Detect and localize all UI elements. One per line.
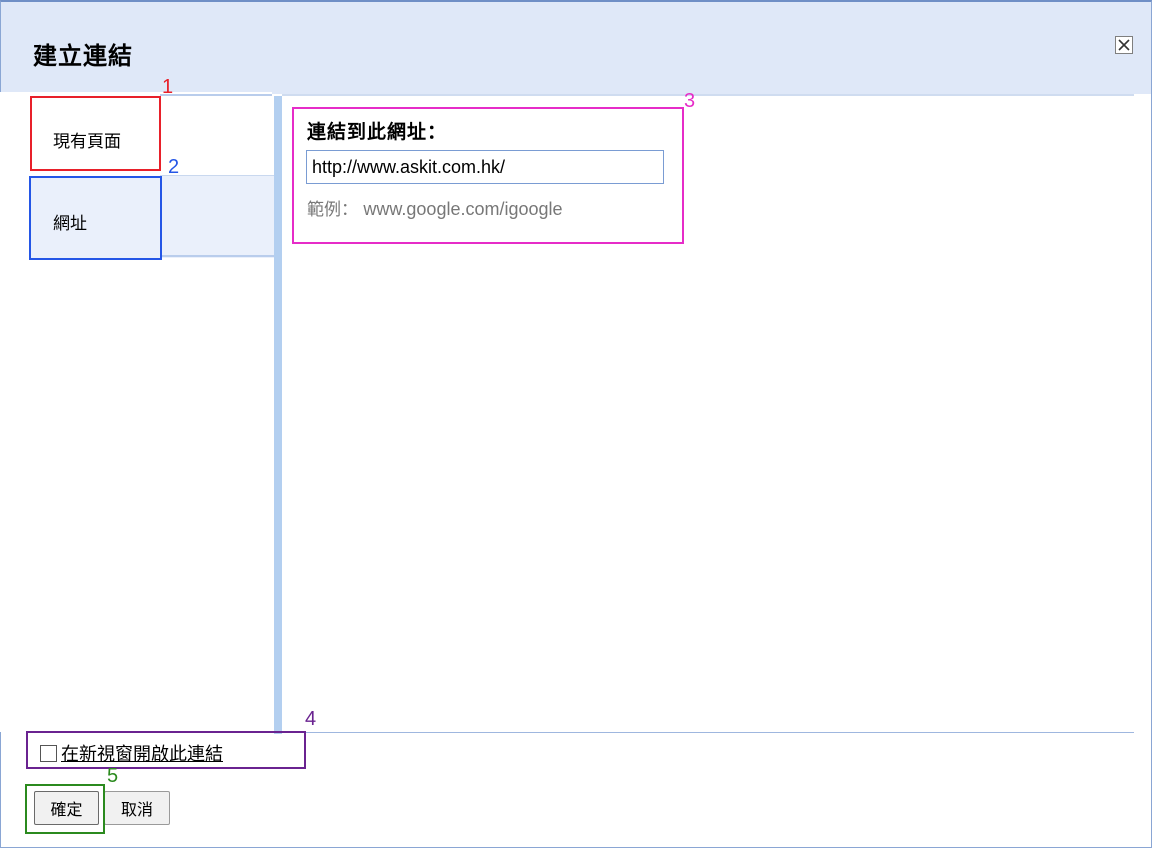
divider-line xyxy=(160,94,272,96)
dialog-title: 建立連結 xyxy=(33,42,133,70)
cancel-button[interactable]: 取消 xyxy=(104,791,170,825)
close-button[interactable] xyxy=(1115,36,1133,54)
dialog-header: 建立連結 xyxy=(1,2,1151,94)
annotation-box-2 xyxy=(29,176,162,260)
annotation-box-4 xyxy=(26,731,306,769)
divider-line xyxy=(282,94,1134,96)
annotation-box-1 xyxy=(30,96,161,171)
annotation-number-4: 4 xyxy=(305,708,317,730)
annotation-box-5 xyxy=(25,784,105,834)
annotation-number-1: 1 xyxy=(162,76,174,98)
close-icon xyxy=(1118,39,1130,51)
panel-divider xyxy=(274,96,282,734)
divider-line xyxy=(160,255,274,257)
annotation-number-5: 5 xyxy=(107,765,119,787)
annotation-box-3 xyxy=(292,107,684,244)
annotation-number-2: 2 xyxy=(168,156,180,178)
annotation-number-3: 3 xyxy=(684,90,696,112)
